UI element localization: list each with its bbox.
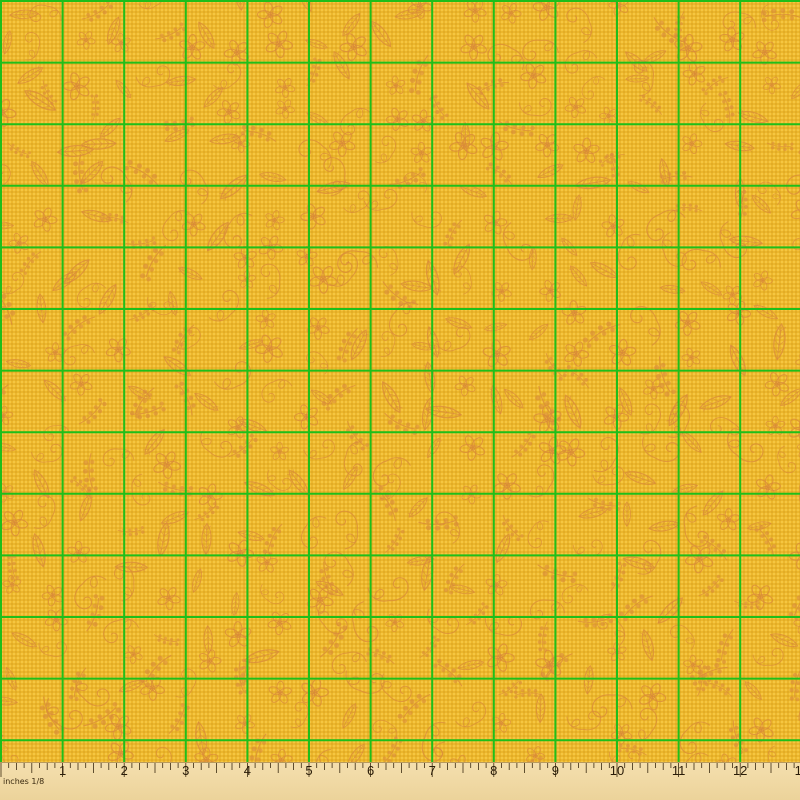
ruler-number: 12 <box>732 763 748 778</box>
ruler-number: 9 <box>551 763 560 778</box>
fabric-swatch <box>0 0 800 762</box>
ruler-number: 5 <box>305 763 313 778</box>
ruler-number: 13 <box>795 764 800 778</box>
ruler-number: 4 <box>243 763 252 778</box>
ruler-number: 6 <box>366 763 375 778</box>
ruler-unit-label: inches 1/8 <box>3 777 45 786</box>
ruler-number: 10 <box>609 763 625 778</box>
ruler-number: 11 <box>671 763 686 778</box>
ruler-number: 2 <box>120 763 128 778</box>
ruler-number: 1 <box>58 763 67 778</box>
inch-ruler: inches 1/8 12345678910111213 <box>0 762 800 800</box>
measurement-grid <box>0 0 800 762</box>
ruler-number: 3 <box>182 763 190 778</box>
ruler-number: 7 <box>428 763 436 778</box>
ruler-number: 8 <box>490 763 498 778</box>
